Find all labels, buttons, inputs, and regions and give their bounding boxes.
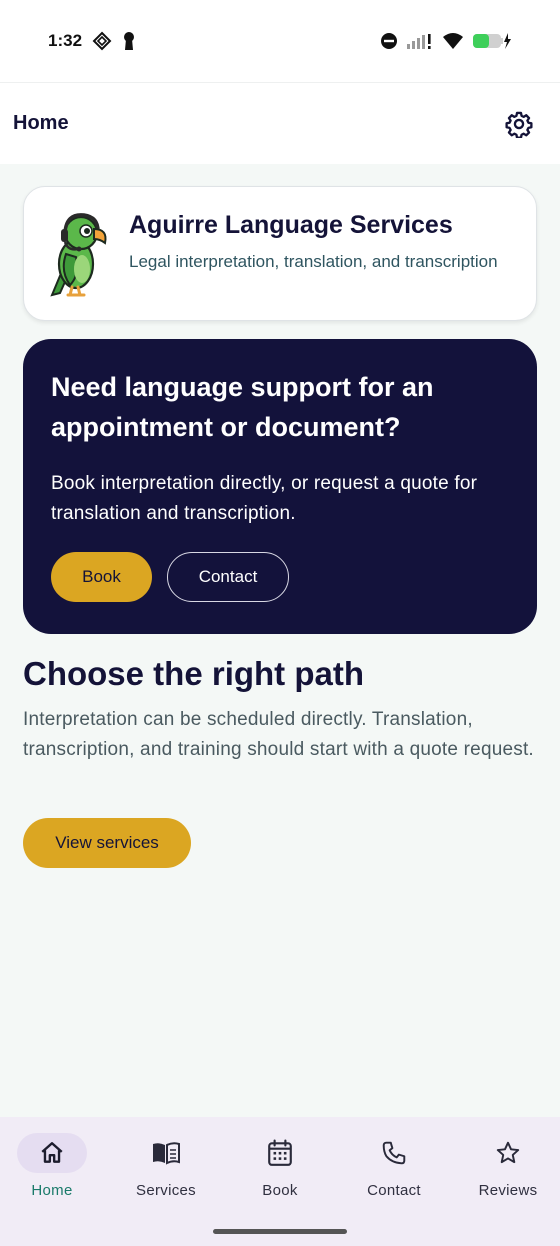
hero-body: Book interpretation directly, or request… bbox=[51, 473, 478, 524]
nav-item-contact[interactable]: Contact bbox=[338, 1133, 450, 1213]
nav-label: Home bbox=[31, 1182, 73, 1199]
brand-tagline: Legal interpretation, translation, and t… bbox=[129, 252, 498, 271]
gear-icon bbox=[505, 111, 533, 138]
nav-indicator bbox=[17, 1133, 87, 1173]
nav-icon-wrap bbox=[473, 1133, 543, 1173]
page-title: Home bbox=[13, 112, 69, 134]
parrot-logo bbox=[48, 209, 110, 299]
brand-text: Aguirre Language Services Legal interpre… bbox=[129, 209, 519, 274]
battery-charging-icon bbox=[472, 31, 512, 51]
status-left: 1:32 bbox=[48, 31, 136, 51]
home-indicator[interactable] bbox=[213, 1229, 347, 1234]
nav-icon-wrap bbox=[359, 1133, 429, 1173]
section-body: Interpretation can be scheduled directly… bbox=[23, 709, 534, 760]
phone-icon bbox=[382, 1141, 406, 1165]
do-not-disturb-icon bbox=[380, 32, 398, 50]
brand-card: Aguirre Language Services Legal interpre… bbox=[23, 186, 537, 321]
view-services-button[interactable]: View services bbox=[23, 818, 191, 868]
hero-actions: Book Contact bbox=[51, 552, 289, 602]
keyhole-icon bbox=[122, 31, 136, 51]
app-bar: Home bbox=[0, 82, 560, 164]
nav-label: Book bbox=[262, 1182, 298, 1199]
book-button[interactable]: Book bbox=[51, 552, 152, 602]
nav-item-book[interactable]: Book bbox=[224, 1133, 336, 1213]
nav-item-home[interactable]: Home bbox=[0, 1133, 108, 1213]
hero-title: Need language support for an appointment… bbox=[51, 372, 434, 442]
bottom-nav: Home Services Book Contact Reviews bbox=[0, 1117, 560, 1246]
status-right bbox=[380, 31, 512, 51]
nav-label: Services bbox=[136, 1182, 196, 1199]
star-icon bbox=[496, 1141, 520, 1164]
section-title: Choose the right path bbox=[23, 655, 364, 692]
brand-name: Aguirre Language Services bbox=[129, 211, 453, 239]
calendar-icon bbox=[268, 1139, 292, 1166]
contact-button[interactable]: Contact bbox=[167, 552, 289, 602]
nav-item-services[interactable]: Services bbox=[110, 1133, 222, 1213]
wifi-icon bbox=[442, 32, 464, 50]
hero-card: Need language support for an appointment… bbox=[23, 339, 537, 634]
nav-label: Contact bbox=[367, 1182, 421, 1199]
status-time: 1:32 bbox=[48, 31, 83, 50]
signal-icon bbox=[406, 32, 434, 50]
book-open-icon bbox=[153, 1142, 180, 1165]
settings-button[interactable] bbox=[502, 107, 536, 141]
status-bar: 1:32 bbox=[0, 0, 560, 82]
home-icon bbox=[41, 1142, 63, 1163]
nav-label: Reviews bbox=[478, 1182, 538, 1199]
diamond-icon bbox=[92, 31, 112, 51]
nav-icon-wrap bbox=[131, 1133, 201, 1173]
nav-icon-wrap bbox=[245, 1133, 315, 1173]
nav-item-reviews[interactable]: Reviews bbox=[452, 1133, 560, 1213]
